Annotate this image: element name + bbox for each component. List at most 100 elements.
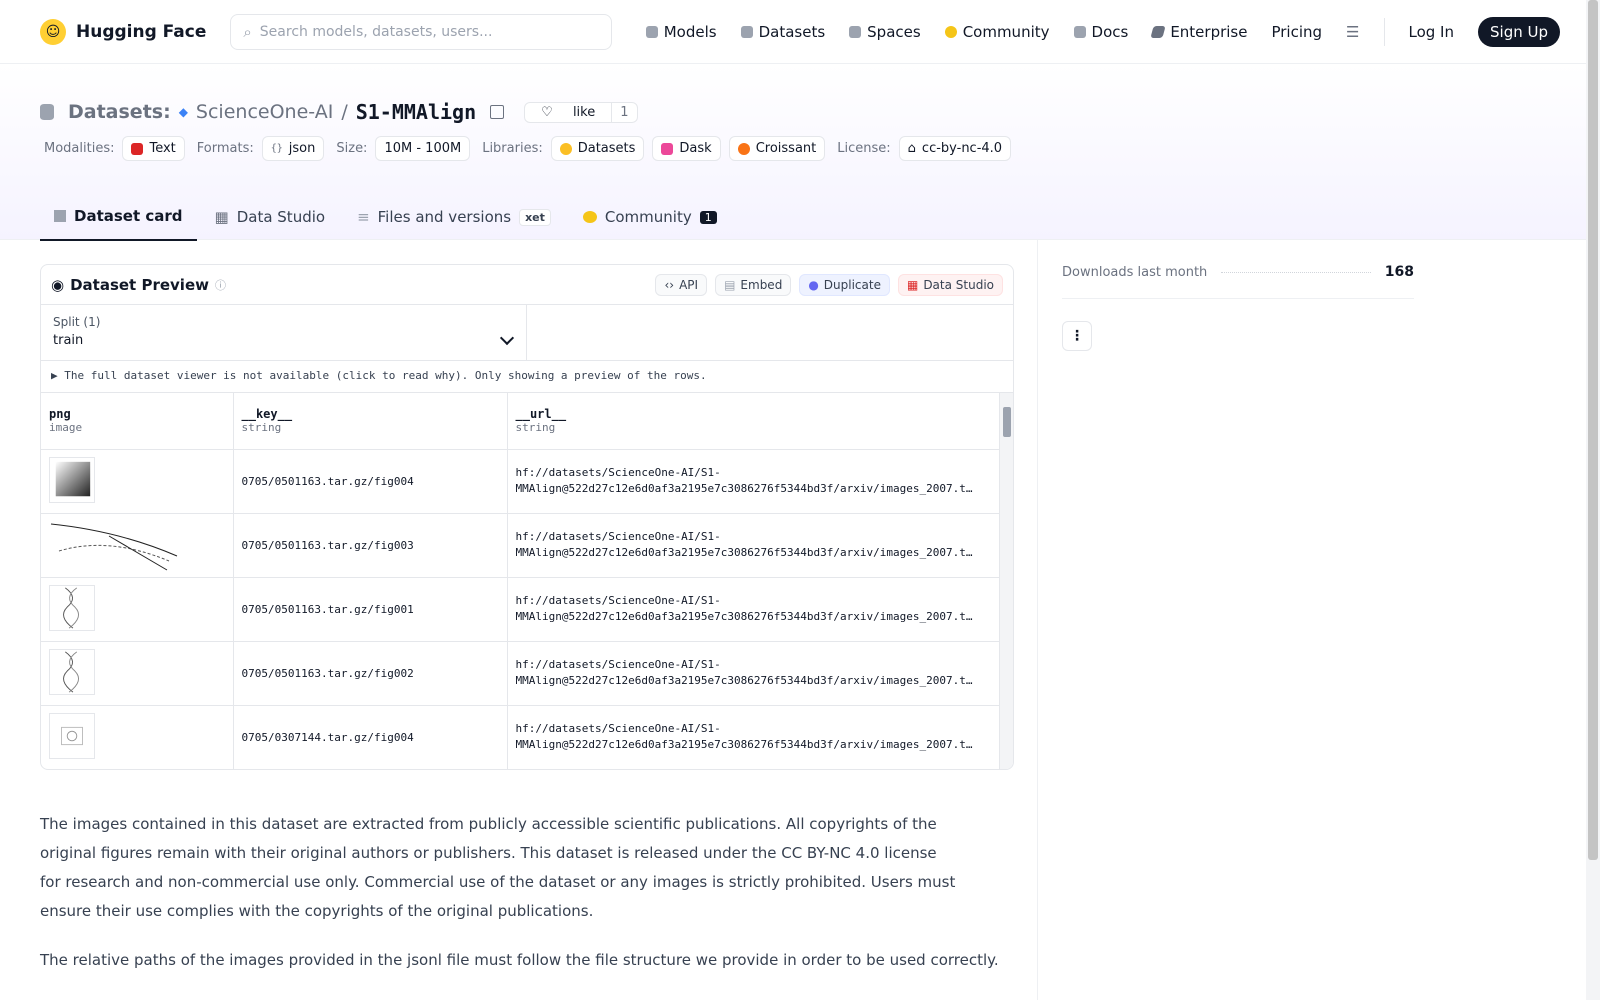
nav-spaces-label: Spaces	[867, 22, 921, 41]
tag-license[interactable]: ⌂ cc-by-nc-4.0	[898, 136, 1012, 161]
nav-pricing[interactable]: Pricing	[1271, 23, 1322, 41]
page-scroll-thumb[interactable]	[1588, 0, 1598, 860]
dataset-preview: ◉ Dataset Preview ⓘ ‹› API ▤ Embed ● Duplicat…	[40, 264, 1014, 770]
key-cell[interactable]: 0705/0501163.tar.gz/fig004	[233, 449, 508, 514]
tab-community[interactable]: Community 1	[569, 193, 731, 241]
nav-enterprise[interactable]: Enterprise	[1150, 23, 1247, 41]
key-cell[interactable]: 0705/0501163.tar.gz/fig001	[233, 577, 508, 642]
info-icon[interactable]: ⓘ	[215, 277, 226, 293]
nav-community[interactable]: Community	[944, 23, 1050, 41]
api-button[interactable]: ‹› API	[655, 273, 708, 296]
chat-icon	[582, 211, 597, 223]
figure-thumbnail	[49, 456, 95, 503]
table-row[interactable]: 0705/0501163.tar.gz/fig002 hf://datasets…	[41, 641, 1000, 706]
tab-files-versions[interactable]: ≡ Files and versions xet	[343, 193, 565, 241]
image-cell[interactable]	[41, 449, 234, 514]
key-cell[interactable]: 0705/0501163.tar.gz/fig003	[233, 513, 508, 578]
image-cell[interactable]	[41, 641, 234, 706]
more-options-icon[interactable]: ⋮	[1062, 321, 1092, 351]
tag-datasets-label: Datasets	[577, 141, 636, 156]
dataset-header: Datasets: ◆ ScienceOne-AI / S1-MMAlign ♡…	[0, 64, 1600, 241]
url-cell[interactable]: hf://datasets/ScienceOne-AI/S1- MMAlign@5…	[507, 577, 1000, 642]
downloads-label: Downloads last month	[1062, 264, 1208, 280]
table-row[interactable]: 0705/0501163.tar.gz/fig001 hf://datasets…	[41, 577, 1000, 642]
column-name: __url__	[515, 407, 567, 422]
modalities-label: Modalities:	[44, 141, 115, 156]
url-cell[interactable]: hf://datasets/ScienceOne-AI/S1- MMAlign@5…	[507, 449, 1000, 514]
image-cell[interactable]	[41, 513, 234, 578]
hf-datasets-icon	[559, 142, 572, 155]
copy-icon[interactable]	[490, 105, 505, 119]
split-value: train	[53, 333, 84, 348]
more-menu-icon[interactable]: ☰	[1346, 23, 1359, 41]
tab-dataset-card[interactable]: Dataset card	[40, 193, 197, 241]
tag-json-label: json	[288, 141, 316, 156]
url-line-2: MMAlign@522d27c12e6d0af3a2195e7c3086276f…	[515, 482, 973, 495]
search-input[interactable]	[259, 23, 600, 40]
preview-table-wrap: png image __key__ string __url__ string 070…	[41, 393, 1013, 769]
table-icon: ▦	[214, 208, 229, 226]
image-cell[interactable]	[41, 705, 234, 769]
search-box[interactable]: ⌕	[230, 13, 613, 50]
tab-dataset-card-label: Dataset card	[74, 207, 183, 225]
community-count-badge: 1	[699, 210, 717, 224]
page-scrollbar[interactable]	[1586, 0, 1600, 1000]
table-scrollbar[interactable]	[999, 393, 1013, 769]
split-select[interactable]: Split (1) train	[41, 305, 527, 360]
like-label: ♡ like	[525, 103, 611, 122]
table-scroll-thumb[interactable]	[1003, 407, 1011, 437]
embed-button[interactable]: ▤ Embed	[715, 273, 792, 296]
like-count: 1	[611, 102, 636, 122]
nav-models[interactable]: Models	[645, 23, 717, 41]
xet-badge: xet	[519, 208, 551, 226]
viewer-notice[interactable]: ▶ The full dataset viewer is not availab…	[41, 361, 1013, 393]
nav-docs[interactable]: Docs	[1073, 22, 1129, 41]
repo-name[interactable]: S1-MMAlign	[356, 100, 476, 124]
grid-icon	[849, 25, 862, 38]
heart-icon: ♡	[541, 104, 553, 120]
tag-text[interactable]: Text	[122, 136, 185, 161]
column-header-url[interactable]: __url__ string	[507, 393, 1000, 450]
brand[interactable]: ☺ Hugging Face	[40, 18, 206, 45]
nav-datasets[interactable]: Datasets	[740, 23, 825, 41]
column-header-png[interactable]: png image	[41, 393, 234, 450]
table-row[interactable]: 0705/0501163.tar.gz/fig004 hf://datasets…	[41, 449, 1000, 514]
key-cell[interactable]: 0705/0501163.tar.gz/fig002	[233, 641, 508, 706]
table-icon: ▦	[906, 277, 919, 292]
downloads-value: 168	[1384, 264, 1414, 280]
org-avatar-icon: ◆	[178, 105, 188, 119]
nav-links: Models Datasets Spaces Community Docs En…	[645, 16, 1560, 47]
tag-size[interactable]: 10M - 100M	[375, 136, 471, 161]
api-label: API	[679, 277, 699, 292]
column-type: image	[49, 421, 83, 435]
org-link[interactable]: ScienceOne-AI	[196, 101, 333, 123]
cube-icon	[54, 210, 66, 222]
key-cell[interactable]: 0705/0307144.tar.gz/fig004	[233, 705, 508, 769]
url-cell[interactable]: hf://datasets/ScienceOne-AI/S1- MMAlign@5…	[507, 705, 1000, 769]
login-link[interactable]: Log In	[1409, 23, 1455, 41]
url-cell[interactable]: hf://datasets/ScienceOne-AI/S1- MMAlign@5…	[507, 513, 1000, 578]
url-line-2: MMAlign@522d27c12e6d0af3a2195e7c3086276f…	[515, 674, 973, 687]
tag-dask[interactable]: Dask	[652, 136, 721, 161]
url-cell[interactable]: hf://datasets/ScienceOne-AI/S1- MMAlign@5…	[507, 641, 1000, 706]
preview-buttons: ‹› API ▤ Embed ● Duplicate ▦ Data Studio	[655, 273, 1003, 296]
chat-icon	[944, 25, 957, 38]
tag-json[interactable]: {} json	[261, 136, 325, 161]
tag-croissant[interactable]: Croissant	[728, 136, 826, 161]
like-button[interactable]: ♡ like 1	[524, 101, 638, 123]
tab-data-studio[interactable]: ▦ Data Studio	[201, 193, 340, 241]
table-row[interactable]: 0705/0501163.tar.gz/fig003 hf://datasets…	[41, 513, 1000, 578]
duplicate-button[interactable]: ● Duplicate	[799, 273, 890, 296]
column-header-key[interactable]: __key__ string	[233, 393, 508, 450]
table-header-row: png image __key__ string __url__ string	[41, 393, 1000, 450]
signup-button[interactable]: Sign Up	[1478, 16, 1560, 47]
image-cell[interactable]	[41, 577, 234, 642]
nav-docs-label: Docs	[1091, 22, 1129, 41]
tag-datasets-lib[interactable]: Datasets	[550, 136, 645, 161]
split-label: Split (1)	[53, 315, 101, 329]
nav-spaces[interactable]: Spaces	[849, 23, 921, 41]
data-studio-button[interactable]: ▦ Data Studio	[897, 273, 1003, 296]
category-label: Datasets:	[68, 101, 171, 123]
tag-text-label: Text	[149, 141, 176, 156]
table-row[interactable]: 0705/0307144.tar.gz/fig004 hf://datasets…	[41, 705, 1000, 769]
